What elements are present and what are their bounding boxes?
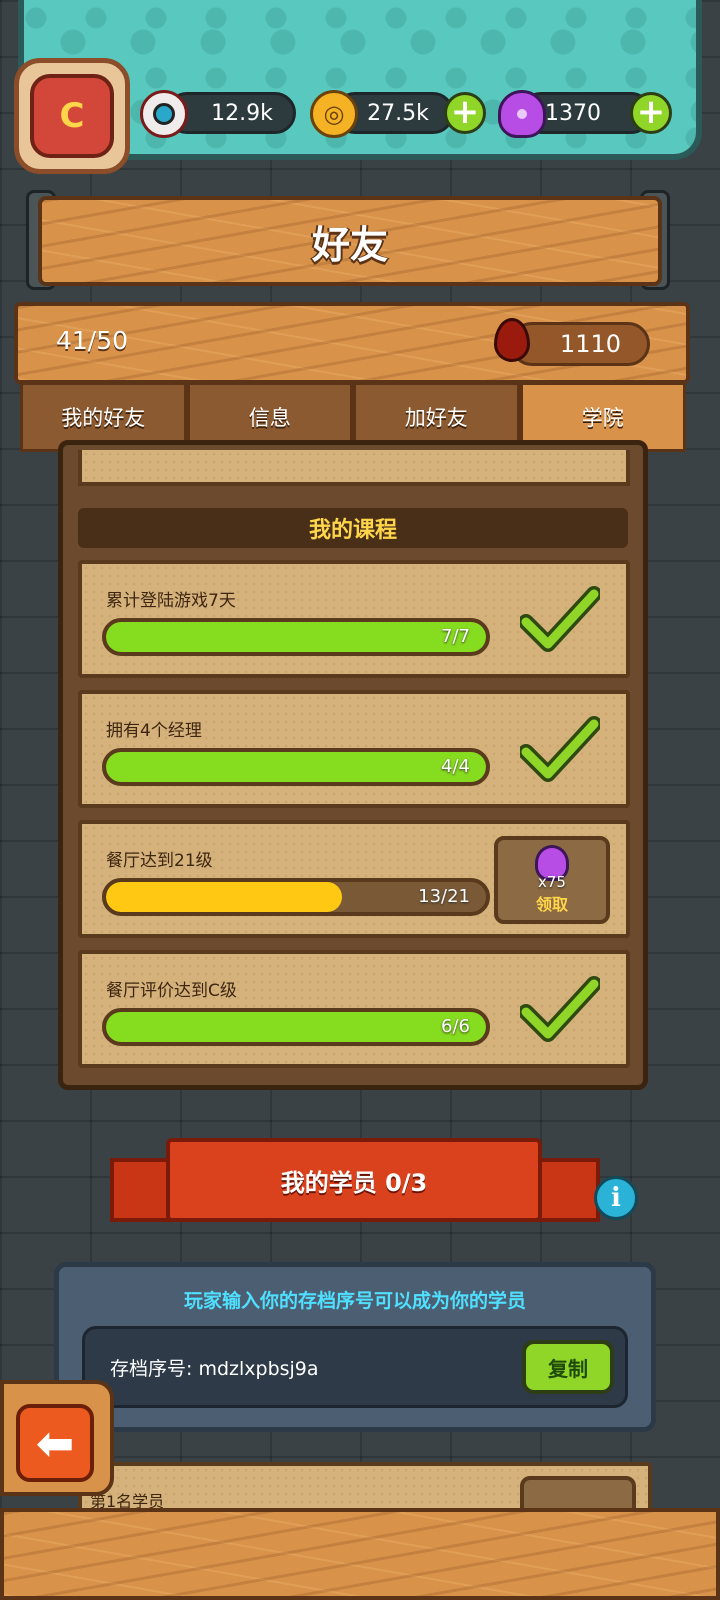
progress-bar: 7/7 (102, 618, 490, 656)
eyeball-count: 12.9k (211, 100, 273, 126)
course-title: 餐厅评价达到C级 (106, 981, 237, 1001)
course-title: 拥有4个经理 (106, 721, 202, 741)
coin-icon: ◎ (310, 90, 358, 138)
player-avatar[interactable]: C (14, 58, 130, 174)
progress-fill (106, 882, 342, 912)
avatar-badge: C (30, 74, 114, 158)
avatar-letter: C (59, 96, 85, 136)
reward-quantity: x75 (538, 873, 566, 891)
course-heading: 我的课程 (78, 508, 628, 548)
progress-fill (106, 622, 486, 652)
check-icon (520, 586, 600, 652)
check-icon (520, 976, 600, 1042)
progress-text: 6/6 (441, 1016, 470, 1037)
save-code: 存档序号: mdzlxpbsj9a (110, 1358, 319, 1380)
coin-count: 27.5k (367, 100, 429, 126)
course-card: 拥有4个经理 4/4 (78, 690, 630, 808)
arrow-left-icon: ⬅ (35, 1416, 75, 1470)
check-icon (520, 716, 600, 782)
friends-count: 41/50 (56, 326, 129, 355)
page-title: 好友 (38, 196, 662, 286)
eyeball-icon (140, 90, 188, 138)
course-card: 餐厅达到21级 13/21 x75 领取 (78, 820, 630, 938)
progress-fill (106, 752, 486, 782)
course-card: 餐厅评价达到C级 6/6 (78, 950, 630, 1068)
progress-fill (106, 1012, 486, 1042)
progress-bar: 6/6 (102, 1008, 490, 1046)
progress-text: 4/4 (441, 756, 470, 777)
bottom-wood-bar (0, 1508, 720, 1600)
progress-bar: 13/21 (102, 878, 490, 916)
tab-label: 信息 (248, 406, 291, 430)
potion-count: 1370 (545, 100, 601, 126)
claim-label: 领取 (535, 895, 568, 914)
course-title: 餐厅达到21级 (106, 851, 213, 871)
students-ribbon: 我的学员 0/3 (166, 1138, 542, 1222)
course-title: 累计登陆游戏7天 (106, 591, 236, 611)
info-button[interactable]: i (594, 1176, 638, 1220)
tab-label: 加好友 (404, 406, 468, 430)
back-button[interactable]: ⬅ (16, 1404, 94, 1482)
blood-drop-counter: 1110 (510, 322, 650, 366)
progress-text: 13/21 (418, 886, 470, 907)
scrolled-card-edge (78, 450, 630, 486)
potion-icon (498, 90, 546, 138)
tab-label: 学院 (581, 406, 624, 430)
course-card: 累计登陆游戏7天 7/7 (78, 560, 630, 678)
copy-label: 复制 (548, 1356, 588, 1381)
add-potions-button[interactable]: + (630, 92, 672, 134)
progress-bar: 4/4 (102, 748, 490, 786)
copy-button[interactable]: 复制 (522, 1340, 614, 1394)
blood-drop-count: 1110 (559, 330, 621, 358)
claim-reward-button[interactable]: x75 领取 (494, 836, 610, 924)
progress-text: 7/7 (441, 626, 470, 647)
blood-drop-icon (494, 318, 530, 362)
student-hint: 玩家输入你的存档序号可以成为你的学员 (183, 1290, 526, 1312)
tab-label: 我的好友 (61, 406, 146, 430)
add-coins-button[interactable]: + (444, 92, 486, 134)
